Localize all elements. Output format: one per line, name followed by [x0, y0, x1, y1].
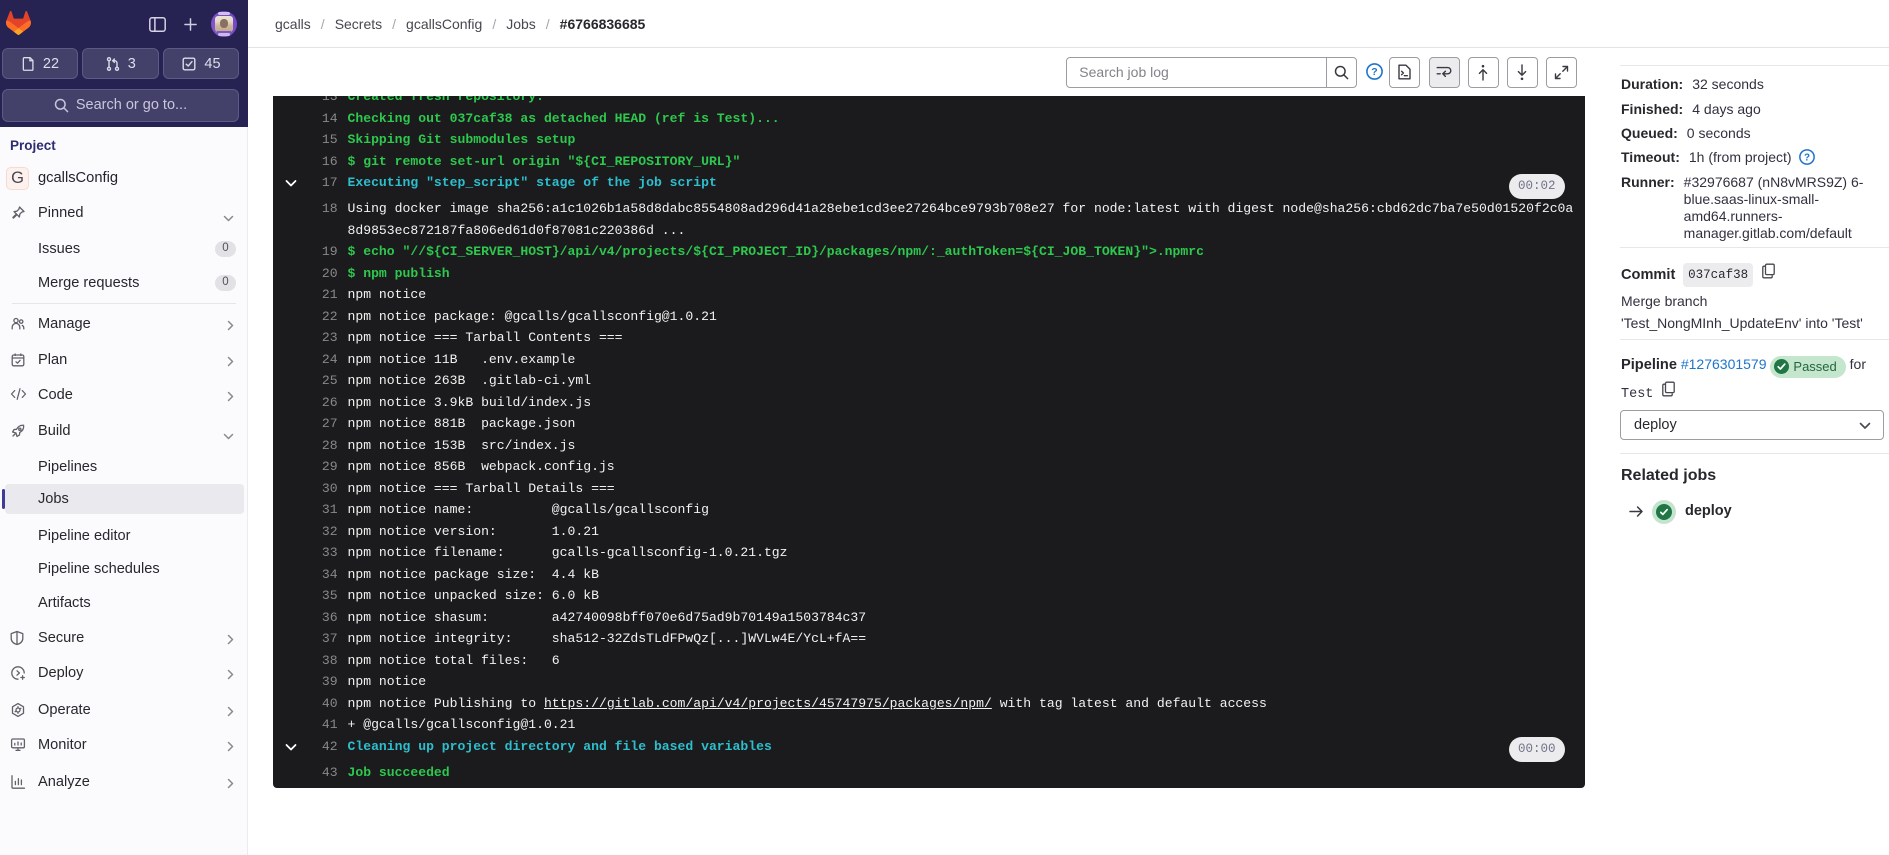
- svg-text:?: ?: [1804, 153, 1810, 164]
- svg-text:?: ?: [1371, 66, 1377, 78]
